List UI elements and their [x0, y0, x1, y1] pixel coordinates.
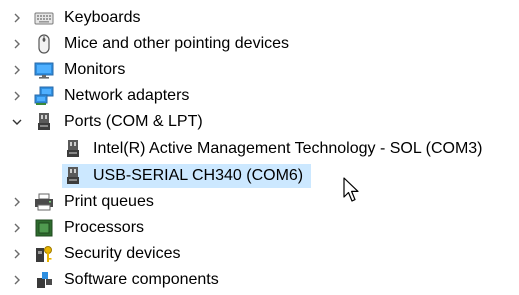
chevron-right-icon[interactable] [10, 11, 24, 25]
tree-item-software-components[interactable]: Software components [0, 268, 519, 292]
tree-item-label: USB-SERIAL CH340 (COM6) [93, 167, 304, 184]
tree-item-label: Intel(R) Active Management Technology - … [93, 140, 483, 157]
tree-item-label: Security devices [64, 245, 181, 262]
chevron-right-icon[interactable] [10, 63, 24, 77]
chevron-right-icon[interactable] [10, 37, 24, 51]
mouse-icon [34, 34, 54, 54]
tree-item-ports[interactable]: Ports (COM & LPT) [0, 110, 519, 134]
tree-item-print-queues[interactable]: Print queues [0, 190, 519, 214]
monitor-icon [34, 60, 54, 80]
tree-item-processors[interactable]: Processors [0, 216, 519, 240]
tree-item-security-devices[interactable]: Security devices [0, 242, 519, 266]
tree-item-label: Ports (COM & LPT) [64, 113, 203, 130]
tree-item-network-adapters[interactable]: Network adapters [0, 84, 519, 108]
tree-item-label: Processors [64, 219, 145, 236]
chevron-right-icon[interactable] [10, 195, 24, 209]
tree-item-label: Mice and other pointing devices [64, 35, 290, 52]
chevron-right-icon[interactable] [10, 89, 24, 103]
tree-item-usb-serial-ch340[interactable]: USB-SERIAL CH340 (COM6) [0, 164, 519, 188]
port-connector-icon [34, 112, 54, 132]
processor-chip-icon [34, 218, 54, 238]
tree-item-label: Network adapters [64, 87, 190, 104]
software-components-icon [34, 270, 54, 290]
tree-item-label: Print queues [64, 193, 154, 210]
security-key-icon [34, 244, 54, 264]
chevron-right-icon[interactable] [10, 273, 24, 287]
tree-item-label: Software components [64, 271, 219, 288]
keyboard-icon [34, 8, 54, 28]
tree-item-label: Keyboards [64, 9, 141, 26]
tree-item-keyboards[interactable]: Keyboards [0, 6, 519, 30]
tree-item-intel-amt-sol[interactable]: Intel(R) Active Management Technology - … [0, 137, 519, 161]
chevron-right-icon[interactable] [10, 247, 24, 261]
mouse-pointer-icon [343, 177, 359, 202]
chevron-right-icon[interactable] [10, 221, 24, 235]
tree-item-label: Monitors [64, 61, 126, 78]
tree-item-mice[interactable]: Mice and other pointing devices [0, 32, 519, 56]
chevron-down-icon[interactable] [10, 115, 24, 129]
tree-item-monitors[interactable]: Monitors [0, 58, 519, 82]
port-connector-icon [63, 139, 83, 159]
port-connector-icon [63, 166, 83, 186]
network-adapter-icon [34, 86, 54, 106]
printer-icon [34, 192, 54, 212]
